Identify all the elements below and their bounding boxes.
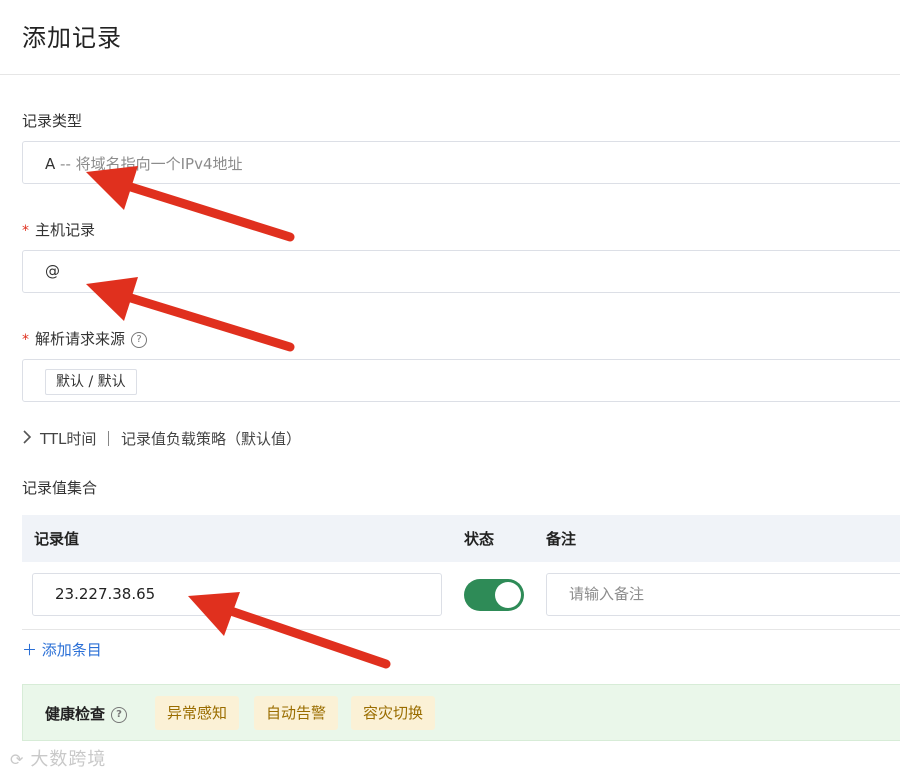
chip-anomaly-detection: 异常感知 (155, 696, 240, 730)
chip-disaster-failover: 容灾切换 (351, 696, 436, 730)
watermark: ⟳ 大数跨境 (10, 745, 106, 771)
advanced-settings-text: TTL时间 ｜ 记录值负载策略（默认值） (40, 430, 301, 448)
help-icon[interactable]: ? (131, 331, 148, 348)
host-record-input[interactable]: @ (22, 250, 900, 293)
record-type-label: 记录类型 (22, 112, 83, 130)
health-check-panel: 健康检查? 异常感知 自动告警 容灾切换 (22, 684, 900, 741)
status-toggle[interactable] (464, 579, 524, 611)
help-icon[interactable]: ? (111, 706, 128, 723)
header-divider (0, 74, 900, 75)
host-record-value: @ (45, 262, 60, 280)
record-type-desc: -- 将域名指向一个IPv4地址 (55, 155, 243, 173)
header-record-value: 记录值 (34, 530, 80, 548)
chevron-right-icon (22, 430, 32, 448)
record-values-table-header: 记录值 状态 备注 (22, 515, 900, 562)
record-values-label: 记录值集合 (22, 479, 98, 497)
health-check-title: 健康检查? (45, 703, 128, 724)
record-type-code: A (45, 155, 56, 173)
chip-auto-alert: 自动告警 (254, 696, 339, 730)
watermark-text: 大数跨境 (30, 749, 107, 770)
row-divider (22, 629, 900, 630)
add-item-link[interactable]: ＋ 添加条目 (22, 639, 102, 660)
health-check-title-text: 健康检查 (45, 705, 106, 723)
watermark-logo-icon: ⟳ (10, 750, 25, 769)
header-status: 状态 (464, 530, 495, 548)
advanced-settings-toggle[interactable]: TTL时间 ｜ 记录值负载策略（默认值） (22, 428, 301, 449)
resolve-source-select[interactable]: 默认 / 默认 (22, 359, 900, 402)
toggle-knob (495, 582, 521, 608)
resolve-source-label-text: 解析请求来源 (35, 330, 126, 348)
page-title: 添加记录 (22, 24, 122, 52)
record-type-select[interactable]: A -- 将域名指向一个IPv4地址 (22, 141, 900, 184)
resolve-source-tag[interactable]: 默认 / 默认 (45, 369, 137, 395)
host-record-label: 主机记录 (22, 219, 95, 240)
host-record-label-text: 主机记录 (35, 221, 96, 239)
record-value-input[interactable]: 23.227.38.65 (32, 573, 442, 616)
header-remark: 备注 (546, 530, 577, 548)
remark-input[interactable]: 请输入备注 (546, 573, 900, 616)
record-type-value: A -- 将域名指向一个IPv4地址 (45, 153, 243, 174)
resolve-source-label: 解析请求来源? (22, 328, 148, 349)
